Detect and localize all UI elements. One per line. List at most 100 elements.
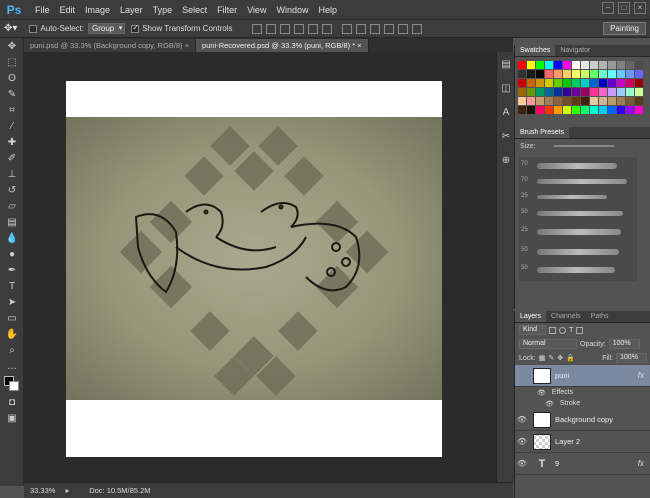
dodge-tool-icon[interactable]: ● bbox=[0, 246, 24, 262]
history-brush-tool-icon[interactable]: ↺ bbox=[0, 182, 24, 198]
color-swatch[interactable] bbox=[545, 61, 553, 69]
color-swatch[interactable] bbox=[563, 106, 571, 114]
blur-tool-icon[interactable]: 💧 bbox=[0, 230, 24, 246]
crop-tool-icon[interactable]: ⌗ bbox=[0, 102, 24, 118]
distribute-left-icon[interactable] bbox=[384, 23, 395, 34]
distribute-vcenter-icon[interactable] bbox=[356, 23, 367, 34]
color-swatch[interactable] bbox=[563, 88, 571, 96]
tab-puni-recovered[interactable]: puni-Recovered.psd @ 33.3% (puni, RGB/8)… bbox=[196, 39, 369, 52]
color-swatch[interactable] bbox=[626, 70, 634, 78]
color-swatch[interactable] bbox=[617, 79, 625, 87]
properties-panel-icon[interactable]: ◫ bbox=[497, 76, 515, 100]
screen-mode-icon[interactable]: ▣ bbox=[0, 410, 24, 426]
tab-puni-psd[interactable]: puni.psd @ 33.3% (Background copy, RGB/8… bbox=[24, 39, 197, 52]
color-swatch[interactable] bbox=[626, 88, 634, 96]
menu-filter[interactable]: Filter bbox=[212, 0, 242, 20]
color-swatch[interactable] bbox=[554, 79, 562, 87]
healing-brush-tool-icon[interactable]: ✚ bbox=[0, 134, 24, 150]
color-swatch[interactable] bbox=[527, 61, 535, 69]
color-swatch[interactable] bbox=[608, 106, 616, 114]
align-left-icon[interactable] bbox=[294, 23, 305, 34]
color-swatch[interactable] bbox=[635, 79, 643, 87]
color-swatch[interactable] bbox=[608, 97, 616, 105]
brush-stroke[interactable] bbox=[537, 163, 617, 169]
align-bottom-icon[interactable] bbox=[280, 23, 291, 34]
eraser-tool-icon[interactable]: ▱ bbox=[0, 198, 24, 214]
color-swatch[interactable] bbox=[581, 61, 589, 69]
layer-row-background-copy[interactable]: 👁 Background copy bbox=[515, 409, 650, 431]
lock-position-icon[interactable]: ✥ bbox=[557, 354, 563, 362]
filter-pixel-icon[interactable] bbox=[549, 326, 557, 334]
blend-mode-dropdown[interactable]: Normal bbox=[519, 339, 577, 349]
eyedropper-tool-icon[interactable]: ⁄ bbox=[0, 118, 24, 134]
color-swatch[interactable] bbox=[563, 61, 571, 69]
lock-all-icon[interactable]: 🔒 bbox=[566, 354, 575, 362]
color-swatch[interactable] bbox=[626, 79, 634, 87]
color-swatch[interactable] bbox=[617, 61, 625, 69]
tab-paths[interactable]: Paths bbox=[586, 311, 614, 322]
color-swatch[interactable] bbox=[536, 88, 544, 96]
color-swatch[interactable] bbox=[545, 70, 553, 78]
eye-icon[interactable]: 👁 bbox=[545, 400, 554, 408]
color-swatch[interactable] bbox=[545, 106, 553, 114]
hand-tool-icon[interactable]: ✋ bbox=[0, 326, 24, 342]
color-swatch[interactable] bbox=[599, 88, 607, 96]
color-swatch[interactable] bbox=[599, 79, 607, 87]
brush-size-slider[interactable] bbox=[553, 145, 614, 147]
color-swatch[interactable] bbox=[572, 88, 580, 96]
close-icon[interactable]: × bbox=[357, 41, 361, 50]
color-swatch[interactable] bbox=[536, 106, 544, 114]
filter-adjustment-icon[interactable] bbox=[559, 326, 567, 334]
color-swatch[interactable] bbox=[590, 106, 598, 114]
align-top-icon[interactable] bbox=[252, 23, 263, 34]
filter-shape-icon[interactable] bbox=[576, 326, 584, 334]
background-color[interactable] bbox=[9, 381, 19, 391]
color-swatch[interactable] bbox=[635, 97, 643, 105]
lasso-tool-icon[interactable]: ʘ bbox=[0, 70, 24, 86]
marquee-tool-icon[interactable]: ⬚ bbox=[0, 54, 24, 70]
auto-select-checkbox[interactable] bbox=[29, 24, 38, 33]
color-swatch[interactable] bbox=[554, 70, 562, 78]
color-swatch[interactable] bbox=[545, 97, 553, 105]
color-swatch[interactable] bbox=[572, 79, 580, 87]
lock-pixels-icon[interactable]: ▦ bbox=[539, 354, 546, 362]
color-swatch[interactable] bbox=[518, 106, 526, 114]
color-swatch[interactable] bbox=[536, 97, 544, 105]
distribute-hcenter-icon[interactable] bbox=[398, 23, 409, 34]
more-tools-icon[interactable]: … bbox=[0, 358, 24, 374]
eye-icon[interactable]: 👁 bbox=[537, 389, 546, 397]
menu-type[interactable]: Type bbox=[148, 0, 178, 20]
tab-channels[interactable]: Channels bbox=[546, 311, 586, 322]
color-swatch[interactable] bbox=[554, 106, 562, 114]
color-swatch[interactable] bbox=[581, 106, 589, 114]
color-swatch[interactable] bbox=[554, 61, 562, 69]
color-swatch[interactable] bbox=[581, 88, 589, 96]
brush-stroke[interactable] bbox=[537, 195, 607, 199]
color-swatch[interactable] bbox=[608, 88, 616, 96]
color-swatch[interactable] bbox=[608, 70, 616, 78]
menu-file[interactable]: File bbox=[30, 0, 55, 20]
color-swatch[interactable] bbox=[626, 106, 634, 114]
color-swatch[interactable] bbox=[545, 88, 553, 96]
tool-presets-panel-icon[interactable]: ✂ bbox=[497, 124, 515, 148]
layer-row-layer-2[interactable]: 👁 Layer 2 bbox=[515, 431, 650, 453]
eye-icon[interactable]: 👁 bbox=[515, 415, 529, 424]
fx-icon[interactable]: fx bbox=[638, 459, 644, 468]
tab-navigator[interactable]: Navigator bbox=[555, 45, 595, 56]
color-swatch[interactable] bbox=[563, 70, 571, 78]
filter-type-icon[interactable]: T bbox=[569, 327, 573, 334]
pen-tool-icon[interactable]: ✒ bbox=[0, 262, 24, 278]
menu-edit[interactable]: Edit bbox=[55, 0, 81, 20]
color-swatch[interactable] bbox=[554, 97, 562, 105]
brush-stroke[interactable] bbox=[537, 211, 623, 216]
color-swatch[interactable] bbox=[527, 106, 535, 114]
color-swatch[interactable] bbox=[608, 61, 616, 69]
minimize-button[interactable]: – bbox=[602, 2, 614, 14]
color-swatch[interactable] bbox=[590, 79, 598, 87]
color-swatch[interactable] bbox=[527, 88, 535, 96]
distribute-top-icon[interactable] bbox=[342, 23, 353, 34]
path-selection-tool-icon[interactable]: ➤ bbox=[0, 294, 24, 310]
color-swatch[interactable] bbox=[581, 79, 589, 87]
brush-stroke[interactable] bbox=[537, 267, 615, 273]
fill-field[interactable]: 100% bbox=[616, 353, 647, 363]
